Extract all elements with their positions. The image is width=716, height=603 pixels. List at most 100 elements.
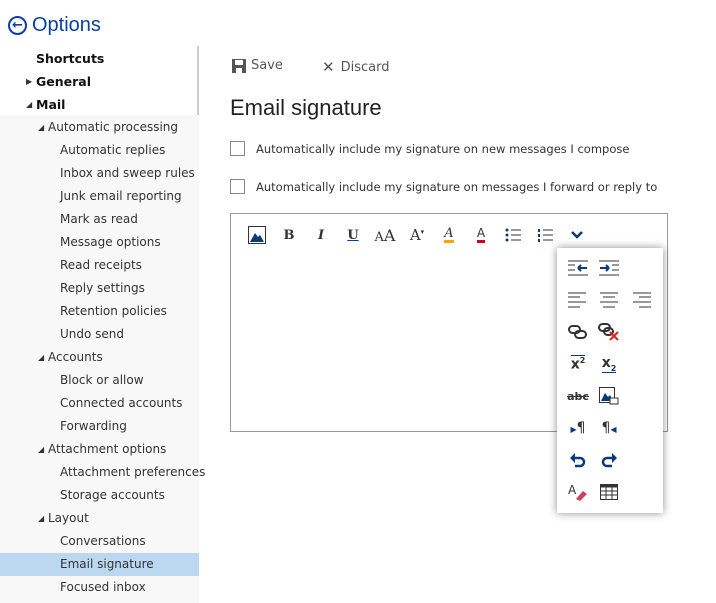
sidebar-item-email-signature[interactable]: Email signature [0,553,199,576]
inline-image-icon [599,387,619,405]
sidebar-item-general[interactable]: ▶ General [0,70,199,93]
font-color-button[interactable]: A [465,224,497,246]
sidebar-item-label: General [36,74,91,89]
expand-arrow-icon[interactable]: ▶ [26,70,32,93]
clear-formatting-button[interactable]: A [566,480,590,504]
grow-font-icon: A▾ [409,226,425,244]
align-center-button[interactable] [597,288,621,312]
sidebar-item-label: Reply settings [60,281,145,295]
insert-inline-image-button[interactable] [597,384,621,408]
strikethrough-button[interactable]: abc [566,384,590,408]
options-title: Options [32,14,101,36]
sidebar-item-label: Accounts [48,350,103,364]
increase-indent-icon [599,260,619,276]
sidebar-item-block-or-allow[interactable]: Block or allow [0,369,199,392]
sidebar-item-focused-inbox[interactable]: Focused inbox [0,576,199,599]
sidebar-item-message-options[interactable]: Message options [0,231,199,254]
highlight-icon: A [444,226,454,243]
subscript-icon: x2 [601,354,617,374]
collapse-arrow-icon[interactable]: ◢ [38,116,44,139]
sidebar-item-layout[interactable]: ◢ Layout [0,507,199,530]
collapse-arrow-icon[interactable]: ◢ [38,438,44,461]
italic-icon: I [317,227,325,243]
decrease-indent-button[interactable] [566,256,590,280]
sidebar-item-label: Inbox and sweep rules [60,166,195,180]
include-signature-new[interactable]: Automatically include my signature on ne… [230,141,629,156]
superscript-button[interactable]: x2 [566,352,590,376]
collapse-arrow-icon[interactable]: ◢ [26,93,32,116]
insert-table-button[interactable] [597,480,621,504]
checkbox[interactable] [230,141,245,156]
sidebar-item-conversations[interactable]: Conversations [0,530,199,553]
align-left-button[interactable] [566,288,590,312]
sidebar: Shortcuts ▶ General ◢ Mail ◢ Automatic process… [0,46,205,603]
bold-icon: B [283,227,295,243]
svg-text:A: A [568,483,577,497]
sidebar-item-accounts[interactable]: ◢ Accounts [0,346,199,369]
sidebar-item-attachment-options[interactable]: ◢ Attachment options [0,438,199,461]
redo-icon [601,453,617,468]
highlight-button[interactable]: A [433,224,465,246]
more-options-button[interactable] [561,224,593,246]
discard-button[interactable]: ✕ Discard [322,58,389,76]
increase-indent-button[interactable] [597,256,621,280]
sidebar-item-automatic-processing[interactable]: ◢ Automatic processing [0,116,199,139]
checkbox[interactable] [230,179,245,194]
back-arrow-icon: ← [8,16,27,35]
sidebar-item-label: Layout [48,511,89,525]
save-icon [232,58,246,73]
collapse-arrow-icon[interactable]: ◢ [38,507,44,530]
save-button[interactable]: Save [232,58,283,73]
italic-button[interactable]: I [305,224,337,246]
undo-button[interactable] [566,448,590,472]
font-size-button[interactable]: AA [369,224,401,246]
ltr-button[interactable]: ▶¶ [566,416,590,440]
sidebar-item-retention-policies[interactable]: Retention policies [0,300,199,323]
numbering-button[interactable] [529,224,561,246]
redo-button[interactable] [597,448,621,472]
checkbox-label: Automatically include my signature on ne… [256,141,630,156]
align-right-icon [633,292,651,308]
sidebar-item-label: Retention policies [60,304,167,318]
sidebar-item-label: Message options [60,235,161,249]
grow-font-button[interactable]: A▾ [401,224,433,246]
font-color-icon: A [476,227,486,243]
sidebar-item-read-receipts[interactable]: Read receipts [0,254,199,277]
sidebar-item-label: Shortcuts [36,51,105,66]
bold-button[interactable]: B [273,224,305,246]
left-to-right-icon: ▶¶ [570,420,586,436]
discard-label: Discard [340,59,390,75]
sidebar-item-label: Conversations [60,534,146,548]
sidebar-item-forwarding[interactable]: Forwarding [0,415,199,438]
back-to-options[interactable]: ← Options [8,14,101,37]
collapse-arrow-icon[interactable]: ◢ [38,346,44,369]
right-to-left-icon: ¶◀ [601,420,617,436]
sidebar-item-mark-as-read[interactable]: Mark as read [0,208,199,231]
unlink-icon [598,323,619,341]
sidebar-item-undo-send[interactable]: Undo send [0,323,199,346]
sidebar-item-label: Connected accounts [60,396,183,410]
include-signature-reply[interactable]: Automatically include my signature on me… [230,179,657,194]
sidebar-item-automatic-replies[interactable]: Automatic replies [0,139,199,162]
sidebar-item-label: Mark as read [60,212,138,226]
sidebar-item-label: Attachment options [48,442,167,456]
rtl-button[interactable]: ¶◀ [597,416,621,440]
align-right-button[interactable] [629,288,653,312]
insert-link-button[interactable] [566,320,590,344]
sidebar-item-reply-settings[interactable]: Reply settings [0,277,199,300]
sidebar-item-label: Automatic processing [48,120,179,134]
sidebar-item-shortcuts[interactable]: Shortcuts [0,47,199,70]
sidebar-item-connected-accounts[interactable]: Connected accounts [0,392,199,415]
font-size-icon: AA [374,225,396,245]
sidebar-item-mail[interactable]: ◢ Mail [0,93,199,116]
sidebar-item-inbox-and-sweep-rules[interactable]: Inbox and sweep rules [0,162,199,185]
subscript-button[interactable]: x2 [597,352,621,376]
sidebar-item-storage-accounts[interactable]: Storage accounts [0,484,199,507]
strikethrough-icon: abc [567,389,589,403]
insert-picture-button[interactable] [241,224,273,246]
underline-button[interactable]: U [337,224,369,246]
bullets-button[interactable] [497,224,529,246]
remove-link-button[interactable] [597,320,621,344]
sidebar-item-attachment-preferences[interactable]: Attachment preferences [0,461,205,484]
sidebar-item-junk-email-reporting[interactable]: Junk email reporting [0,185,199,208]
